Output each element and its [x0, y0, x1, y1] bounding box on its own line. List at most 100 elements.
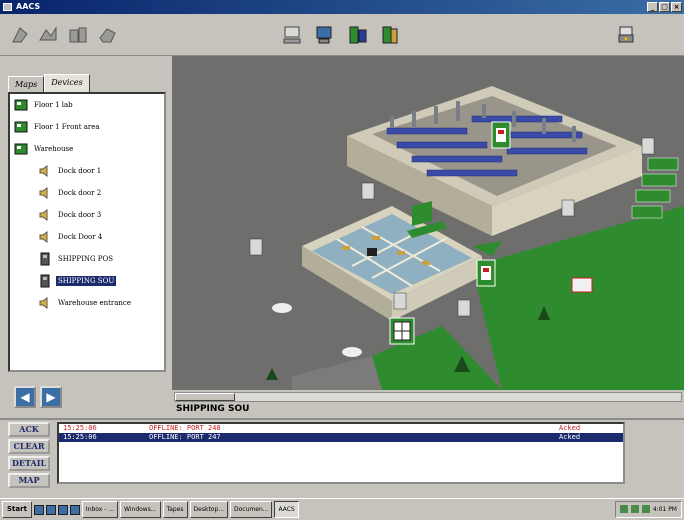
- reader-button[interactable]: [346, 22, 370, 48]
- tree-node-device[interactable]: Dock Door 4: [38, 228, 104, 246]
- tree-node-device[interactable]: Dock door 3: [38, 206, 103, 224]
- tree-node-label: Dock door 2: [58, 189, 102, 197]
- quicklaunch-mail-icon[interactable]: [57, 504, 68, 515]
- floor-map-icon: [14, 143, 28, 155]
- tree-node-device[interactable]: Dock door 2: [38, 184, 103, 202]
- monitor-icon: [316, 26, 332, 44]
- tray-app-icon[interactable]: [641, 505, 650, 513]
- badge-icon: [99, 28, 116, 43]
- speaker-icon: [39, 165, 48, 177]
- tab-maps[interactable]: Maps: [8, 76, 45, 92]
- toolbar: [0, 14, 684, 56]
- quicklaunch-app-icon[interactable]: [69, 504, 80, 515]
- speaker-icon: [39, 209, 48, 221]
- map-status-bar: SHIPPING SOU: [172, 390, 684, 418]
- alarm-status: Acked: [559, 433, 581, 441]
- clock: 4:01 PM: [652, 506, 677, 513]
- device-tree: Floor 1 lab Floor 1 Front area Warehouse…: [8, 92, 166, 372]
- floor-map-icon: [14, 121, 28, 133]
- lock-tool-button[interactable]: [8, 22, 32, 48]
- selected-device-label: SHIPPING SOU: [176, 404, 250, 414]
- close-button[interactable]: ×: [671, 2, 682, 12]
- ack-button[interactable]: ACK: [8, 422, 50, 437]
- tree-node-label: Warehouse entrance: [58, 299, 131, 307]
- door-button[interactable]: [378, 22, 402, 48]
- reader-badge-icon: [491, 121, 511, 149]
- maximize-button[interactable]: □: [659, 2, 670, 12]
- keys-icon: [69, 27, 87, 43]
- taskbar-item[interactable]: Desktop...: [189, 501, 229, 518]
- start-button[interactable]: Start: [2, 501, 32, 518]
- taskbar-item[interactable]: Windows...: [120, 501, 161, 518]
- nav-back-button[interactable]: ◀: [14, 386, 36, 408]
- clear-button[interactable]: CLEAR: [8, 439, 50, 454]
- alarm-panel: ACK CLEAR DETAIL MAP 15:25:06 OFFLINE: P…: [0, 418, 684, 498]
- map-button[interactable]: MAP: [8, 473, 50, 488]
- door-icon: [382, 26, 398, 44]
- tree-node-device[interactable]: SHIPPING POS: [38, 250, 115, 268]
- monitor-button[interactable]: [312, 22, 336, 48]
- tree-node-label: Floor 1 Front area: [34, 123, 100, 131]
- alarm-message: OFFLINE: PORT 248: [149, 424, 221, 432]
- selected-door-icon: [389, 317, 415, 345]
- tree-node-label: Dock door 1: [58, 167, 102, 175]
- alarm-status: Acked: [559, 424, 581, 432]
- minimize-button[interactable]: _: [647, 2, 658, 12]
- tree-node-floor[interactable]: Warehouse: [14, 140, 75, 158]
- hand-icon: [39, 26, 57, 41]
- card-reader-icon: [40, 252, 50, 266]
- tree-node-label: Floor 1 lab: [34, 101, 73, 109]
- scrollbar-thumb[interactable]: [175, 393, 235, 401]
- speaker-icon: [39, 231, 48, 243]
- door-reader-icon: [349, 26, 367, 44]
- taskbar-item[interactable]: Inbox - ...: [81, 501, 119, 518]
- facility-map[interactable]: [172, 56, 684, 390]
- alarm-row-selected[interactable]: 15:25:06 OFFLINE: PORT 247 Acked: [59, 433, 623, 442]
- tree-node-floor[interactable]: Floor 1 Front area: [14, 118, 102, 136]
- tree-node-label: Dock Door 4: [58, 233, 103, 241]
- facility-3d-view: [172, 56, 684, 390]
- speaker-icon: [39, 297, 48, 309]
- lock-icon: [12, 27, 28, 43]
- print-button[interactable]: [614, 22, 638, 48]
- tool-button-2[interactable]: [36, 22, 60, 48]
- app-icon: [3, 3, 12, 11]
- tree-node-label: Dock door 3: [58, 211, 102, 219]
- tray-network-icon[interactable]: [619, 505, 628, 513]
- floor-map-icon: [14, 99, 28, 111]
- alarm-time: 15:25:06: [63, 424, 97, 432]
- tree-node-label: Warehouse: [34, 145, 74, 153]
- tree-node-floor[interactable]: Floor 1 lab: [14, 96, 75, 114]
- taskbar-item[interactable]: Documen...: [230, 501, 273, 518]
- taskbar-item[interactable]: Tapes: [162, 501, 188, 518]
- tool-button-3[interactable]: [66, 22, 90, 48]
- tray-volume-icon[interactable]: [630, 505, 639, 513]
- alarm-message: OFFLINE: PORT 247: [149, 433, 221, 441]
- taskbar: Start Inbox - ... Windows... Tapes Deskt…: [0, 498, 684, 520]
- card-reader-icon: [40, 274, 50, 288]
- tree-node-label: SHIPPING POS: [58, 255, 114, 263]
- tree-node-device-selected[interactable]: SHIPPING SOU: [38, 272, 117, 290]
- system-tray: 4:01 PM: [614, 501, 682, 518]
- tree-node-device[interactable]: Dock door 1: [38, 162, 103, 180]
- detail-button[interactable]: DETAIL: [8, 456, 50, 471]
- workstation-button[interactable]: [280, 22, 304, 48]
- printer-icon: [618, 26, 634, 43]
- alarm-row[interactable]: 15:25:06 OFFLINE: PORT 248 Acked: [59, 424, 623, 433]
- alarm-list[interactable]: 15:25:06 OFFLINE: PORT 248 Acked 15:25:0…: [57, 422, 625, 484]
- taskbar-item-active[interactable]: AACS: [274, 501, 299, 518]
- tree-node-label: SHIPPING SOU: [56, 276, 117, 286]
- title-bar: AACS _ □ ×: [0, 0, 684, 14]
- tool-button-4[interactable]: [96, 22, 120, 48]
- nav-forward-button[interactable]: ▶: [40, 386, 62, 408]
- quicklaunch-desktop-icon[interactable]: [33, 504, 44, 515]
- quicklaunch-browser-icon[interactable]: [45, 504, 56, 515]
- tree-node-device[interactable]: Warehouse entrance: [38, 294, 133, 312]
- reader-badge-icon: [476, 259, 496, 287]
- alarm-time: 15:25:06: [63, 433, 97, 441]
- window-title: AACS: [16, 2, 41, 11]
- tab-devices[interactable]: Devices: [44, 74, 90, 92]
- computer-icon: [283, 26, 301, 44]
- speaker-icon: [39, 187, 48, 199]
- map-horizontal-scrollbar[interactable]: [174, 392, 682, 402]
